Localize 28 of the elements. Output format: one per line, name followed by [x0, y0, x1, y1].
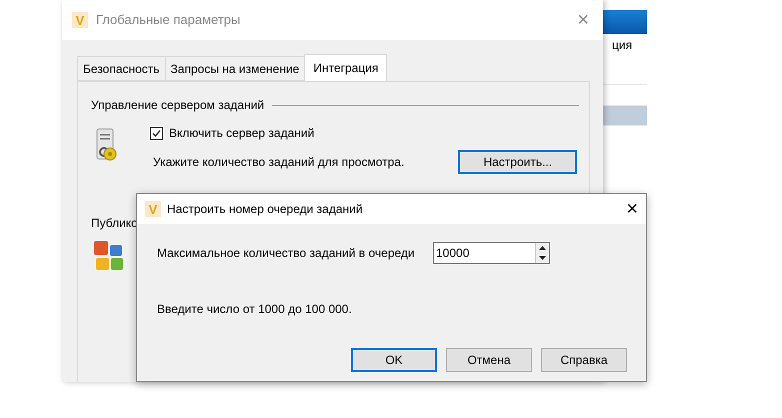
tab[interactable]: Интеграция [304, 54, 388, 81]
app-logo: V [145, 201, 161, 217]
close-button[interactable]: × [577, 10, 589, 30]
window-title: Глобальные параметры [96, 11, 240, 30]
dialog-button[interactable]: Отмена [446, 348, 532, 372]
group-title: Публико [91, 216, 138, 230]
app-logo: V [72, 12, 88, 28]
server-gear-icon [96, 128, 118, 162]
window-title: Настроить номер очереди заданий [167, 201, 363, 218]
check-icon [152, 128, 161, 138]
office-icon [93, 240, 125, 272]
field-label: Максимальное количество заданий в очереди [157, 245, 416, 262]
hint-text: Укажите количество заданий для просмотра. [153, 154, 404, 171]
tab-label: ция [612, 37, 632, 54]
tab[interactable]: Запросы на изменение [164, 56, 304, 81]
number-spinner[interactable]: 10000 [433, 242, 550, 264]
checkbox[interactable] [150, 126, 163, 140]
enable-server-checkbox[interactable]: Включить сервер заданий [150, 124, 578, 142]
number-input[interactable]: 10000 [434, 243, 535, 263]
configure-button[interactable]: Настроить... [458, 150, 578, 174]
tab[interactable]: Безопасность [77, 56, 165, 81]
spin-up-icon[interactable] [536, 243, 549, 253]
dialog-button[interactable]: Справка [541, 348, 627, 372]
group-title: Управление сервером заданий [91, 97, 264, 114]
spin-down-icon[interactable] [536, 253, 549, 263]
close-button[interactable]: × [626, 199, 638, 219]
range-hint: Введите число от 1000 до 100 000. [156, 301, 353, 318]
dialog-button[interactable]: OK [351, 348, 437, 372]
